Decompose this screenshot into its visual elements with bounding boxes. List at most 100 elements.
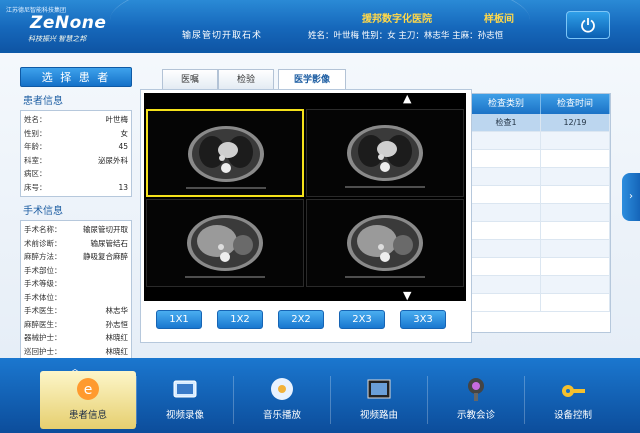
exam-type-cell <box>472 186 541 203</box>
table-row[interactable]: 检查1 12/19 <box>472 114 610 132</box>
ct-scan-image <box>185 215 265 278</box>
logo: ZeNone <box>30 13 107 33</box>
layout-1x1-button[interactable]: 1X1 <box>156 310 202 329</box>
toolbar-patient-info-button[interactable]: e 患者信息 <box>40 371 136 429</box>
scroll-up-arrow-icon[interactable]: ▲ <box>403 92 411 105</box>
surgery-label: 麻醉方法： <box>24 252 62 261</box>
exam-time-cell <box>541 204 610 221</box>
surgery-row: 巡回护士： 林晓红 <box>24 345 128 359</box>
power-button[interactable] <box>566 11 610 39</box>
surgery-label: 手术医生： <box>24 306 62 315</box>
exam-type-cell <box>472 240 541 257</box>
video-route-icon <box>367 379 391 399</box>
surgery-row: 麻醉医生： 孙志恒 <box>24 318 128 332</box>
image-viewer: ▲ ▼ <box>144 92 466 302</box>
tab-lab[interactable]: 检验 <box>218 69 274 89</box>
surgery-label: 巡回护士： <box>24 346 62 356</box>
music-play-icon <box>271 378 293 400</box>
table-row[interactable] <box>472 132 610 150</box>
surgery-label: 手术部位： <box>24 265 62 275</box>
toolbar-video-route-button[interactable]: 视频路由 <box>331 371 427 429</box>
layout-2x2-button[interactable]: 2X2 <box>278 310 324 329</box>
table-row[interactable] <box>472 186 610 204</box>
table-row[interactable] <box>472 222 610 240</box>
device-control-icon <box>562 385 585 397</box>
tab-orders[interactable]: 医嘱 <box>162 69 218 89</box>
toolbar-label: 视频路由 <box>359 410 398 421</box>
table-row[interactable] <box>472 258 610 276</box>
toolbar-items: e 患者信息 视频录像 音乐播放 视频路由 示教会诊 设备控制 <box>40 371 621 429</box>
table-row[interactable] <box>472 168 610 186</box>
table-row[interactable] <box>472 294 610 312</box>
exam-type-header: 检查类别 <box>472 94 541 114</box>
image-cell-2[interactable] <box>306 109 464 197</box>
exam-type-cell <box>472 168 541 185</box>
exam-time-cell <box>541 132 610 149</box>
layout-buttons: 1X1 1X2 2X2 2X3 3X3 <box>156 310 461 329</box>
toolbar-music-play-button[interactable]: 音乐播放 <box>234 371 330 429</box>
surgery-row: 手术医生： 林志华 <box>24 304 128 318</box>
ct-scan-image <box>345 125 425 188</box>
patient-info-box: 姓名： 叶世梅 性别： 女年龄： 45 科室： 泌尿外科 病区： 床号： 13 <box>20 110 132 197</box>
toolbar-label: 患者信息 <box>68 410 107 421</box>
exam-time-cell <box>541 276 610 293</box>
scroll-down-arrow-icon[interactable]: ▼ <box>403 289 411 302</box>
patient-row: 年龄： 45 <box>24 140 128 154</box>
exam-time-cell <box>541 258 610 275</box>
layout-1x2-button[interactable]: 1X2 <box>217 310 263 329</box>
layout-2x3-button[interactable]: 2X3 <box>339 310 385 329</box>
video-record-icon <box>173 380 197 398</box>
patient-label: 床号： <box>24 182 47 192</box>
surgery-value: 林晓红 <box>105 333 129 342</box>
surgery-label: 术前诊断： <box>24 238 62 248</box>
patient-value: 叶世梅 <box>105 115 129 124</box>
table-row[interactable] <box>472 204 610 222</box>
room-name: 样板间 <box>484 14 514 25</box>
surgery-value: 孙志恒 <box>105 319 129 329</box>
surgery-value: 林志华 <box>105 306 129 315</box>
patient-label: 科室： <box>24 155 47 165</box>
exam-time-cell <box>541 294 610 311</box>
patient-label: 姓名： <box>24 115 47 124</box>
tab-medical-imaging[interactable]: 医学影像 <box>278 69 346 89</box>
surgery-row: 麻醉方法： 静吸复合麻醉 <box>24 250 128 264</box>
surgery-info-title: 手术信息 <box>23 206 63 217</box>
patient-info-title: 患者信息 <box>23 96 63 107</box>
layout-3x3-button[interactable]: 3X3 <box>400 310 446 329</box>
side-expand-handle[interactable]: › <box>622 173 640 221</box>
surgery-row: 手术体位： <box>24 291 128 305</box>
exam-table-header: 检查类别 检查时间 <box>472 94 610 114</box>
header-bar: 江苏德尼智能科技集团 ZeNone 科技振兴 智慧之邦 输尿管切开取石术 援邦数… <box>0 0 640 50</box>
main-area: 选 择 患 者 患者信息 姓名： 叶世梅 性别： 女年龄： 45 科室： 泌尿外科 病区： 床号… <box>0 50 640 361</box>
exam-type-cell <box>472 276 541 293</box>
table-row[interactable] <box>472 240 610 258</box>
exam-time-cell: 12/19 <box>541 114 610 131</box>
image-cell-4[interactable] <box>306 199 464 287</box>
exam-time-header: 检查时间 <box>541 94 610 114</box>
image-cell-3[interactable] <box>146 199 304 287</box>
exam-time-cell <box>541 222 610 239</box>
surgery-label: 手术等级： <box>24 279 62 288</box>
toolbar-video-record-button[interactable]: 视频录像 <box>137 371 233 429</box>
surgery-row: 器械护士： 林晓红 <box>24 331 128 345</box>
image-cell-1[interactable] <box>146 109 304 197</box>
svg-text:e: e <box>84 382 93 398</box>
exam-type-cell <box>472 294 541 311</box>
toolbar-teaching-consult-button[interactable]: 示教会诊 <box>428 371 524 429</box>
select-patient-button[interactable]: 选 择 患 者 <box>20 67 132 87</box>
table-row[interactable] <box>472 150 610 168</box>
ct-scan-image <box>345 215 425 278</box>
patient-info-icon: e <box>77 378 99 400</box>
teaching-consult-icon <box>468 378 484 401</box>
patient-label: 年龄： <box>24 142 47 151</box>
surgery-row: 术前诊断： 输尿管结石 <box>24 237 128 251</box>
power-icon <box>581 18 595 33</box>
logo-slogan: 科技振兴 智慧之邦 <box>28 35 87 43</box>
patient-row: 科室： 泌尿外科 <box>24 154 128 168</box>
table-row[interactable] <box>472 276 610 294</box>
toolbar-device-control-button[interactable]: 设备控制 <box>525 371 621 429</box>
exam-type-cell <box>472 222 541 239</box>
patient-label: 病区： <box>24 169 47 178</box>
surgery-label: 器械护士： <box>24 333 62 342</box>
exam-type-cell <box>472 150 541 167</box>
